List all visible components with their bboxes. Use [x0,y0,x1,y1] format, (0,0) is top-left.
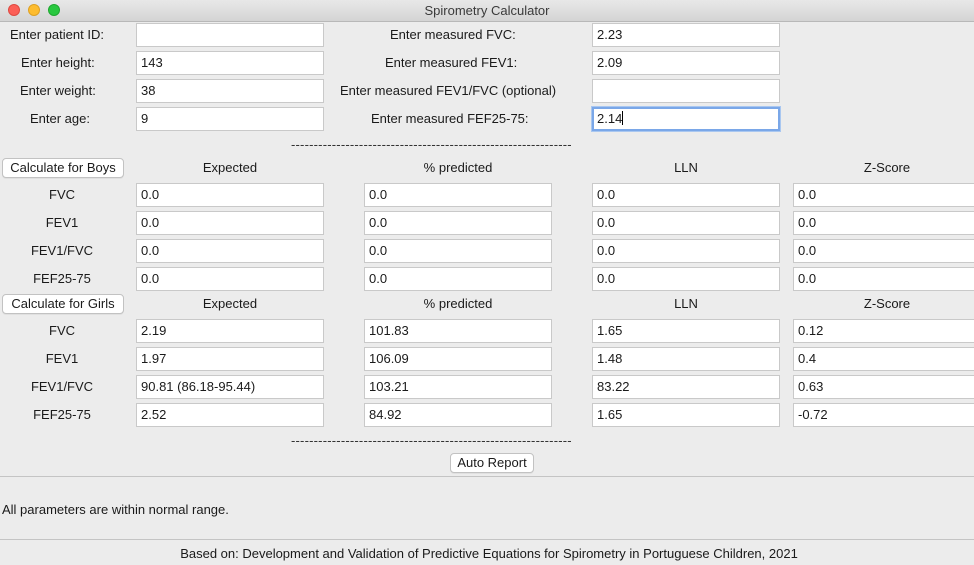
girls-lln-field[interactable]: 1.65 [592,403,780,427]
report-text: All parameters are within normal range. [2,502,229,517]
height-label: Enter height: [21,55,95,70]
boys-lln-field[interactable]: 0.0 [592,183,780,207]
girls-pct-field[interactable]: 101.83 [364,319,552,343]
measured-fvc-label: Enter measured FVC: [390,27,516,42]
weight-label: Enter weight: [20,83,96,98]
boys-row-label: FEV1/FVC [30,243,94,258]
girls-row-label: FEV1/FVC [30,379,94,394]
boys-expected-field[interactable]: 0.0 [136,239,324,263]
girls-lln-field[interactable]: 1.65 [592,319,780,343]
divider-top: ----------------------------------------… [291,137,572,152]
girls-pct-field[interactable]: 84.92 [364,403,552,427]
boys-lln-field[interactable]: 0.0 [592,239,780,263]
boys-zscore-header: Z-Score [863,160,911,175]
measured-fef-input[interactable]: 2.14 [592,107,780,131]
measured-ratio-label: Enter measured FEV1/FVC (optional) [340,83,557,98]
girls-expected-field[interactable]: 1.97 [136,347,324,371]
boys-expected-header: Expected [202,160,258,175]
girls-lln-field[interactable]: 83.22 [592,375,780,399]
calculator-form: Enter patient ID: Enter height: 143 Ente… [0,22,974,565]
boys-z-field[interactable]: 0.0 [793,239,974,263]
measured-fef-label: Enter measured FEF25-75: [371,111,529,126]
divider-bottom: ----------------------------------------… [291,433,572,448]
girls-expected-field[interactable]: 90.81 (86.18-95.44) [136,375,324,399]
boys-z-field[interactable]: 0.0 [793,267,974,291]
girls-z-field[interactable]: 0.12 [793,319,974,343]
boys-pct-field[interactable]: 0.0 [364,211,552,235]
text-caret [622,111,624,125]
age-label: Enter age: [30,111,90,126]
patient-id-input[interactable] [136,23,324,47]
separator-line [0,476,974,477]
weight-input[interactable]: 38 [136,79,324,103]
boys-pct-field[interactable]: 0.0 [364,239,552,263]
girls-row-label: FVC [49,323,75,338]
measured-fev1-label: Enter measured FEV1: [385,55,518,70]
measured-fvc-input[interactable]: 2.23 [592,23,780,47]
girls-lln-field[interactable]: 1.48 [592,347,780,371]
boys-expected-field[interactable]: 0.0 [136,183,324,207]
boys-lln-field[interactable]: 0.0 [592,267,780,291]
girls-expected-field[interactable]: 2.52 [136,403,324,427]
boys-pct-field[interactable]: 0.0 [364,183,552,207]
auto-report-button[interactable]: Auto Report [450,453,534,473]
boys-row-label: FVC [49,187,75,202]
measured-ratio-input[interactable] [592,79,780,103]
boys-expected-field[interactable]: 0.0 [136,267,324,291]
age-input[interactable]: 9 [136,107,324,131]
calculate-boys-button[interactable]: Calculate for Boys [2,158,124,178]
girls-row-label: FEF25-75 [33,407,91,422]
boys-pct-field[interactable]: 0.0 [364,267,552,291]
girls-row-label: FEV1 [45,351,79,366]
girls-z-field[interactable]: -0.72 [793,403,974,427]
boys-z-field[interactable]: 0.0 [793,211,974,235]
patient-id-label: Enter patient ID: [10,27,104,42]
girls-pct-header: % predicted [423,296,493,311]
separator-line [0,539,974,540]
girls-zscore-header: Z-Score [863,296,911,311]
boys-lln-field[interactable]: 0.0 [592,211,780,235]
footer-reference: Based on: Development and Validation of … [180,546,798,561]
boys-z-field[interactable]: 0.0 [793,183,974,207]
girls-pct-field[interactable]: 103.21 [364,375,552,399]
boys-expected-field[interactable]: 0.0 [136,211,324,235]
height-input[interactable]: 143 [136,51,324,75]
girls-lln-header: LLN [674,296,698,311]
boys-pct-header: % predicted [423,160,493,175]
calculate-girls-button[interactable]: Calculate for Girls [2,294,124,314]
measured-fev1-input[interactable]: 2.09 [592,51,780,75]
boys-lln-header: LLN [674,160,698,175]
girls-pct-field[interactable]: 106.09 [364,347,552,371]
girls-z-field[interactable]: 0.4 [793,347,974,371]
boys-row-label: FEV1 [45,215,79,230]
title-bar: Spirometry Calculator [0,0,974,22]
girls-z-field[interactable]: 0.63 [793,375,974,399]
measured-fef-value: 2.14 [597,111,623,126]
girls-expected-header: Expected [202,296,258,311]
window-title: Spirometry Calculator [424,3,550,18]
girls-expected-field[interactable]: 2.19 [136,319,324,343]
boys-row-label: FEF25-75 [33,271,91,286]
